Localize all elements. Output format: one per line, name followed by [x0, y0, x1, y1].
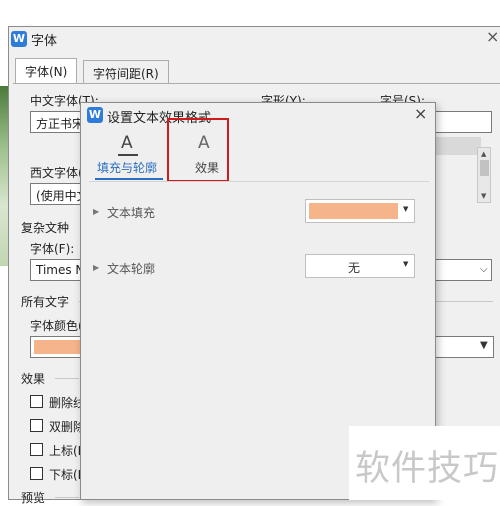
section-divider [55, 378, 79, 379]
complex-font-label: 字体(F): [30, 242, 75, 256]
tab-label: 填充与轮廓 [97, 161, 158, 175]
text-outline-A-icon: A [121, 133, 133, 153]
scroll-up-icon[interactable]: ▲ [481, 150, 486, 158]
text-outline-label: 文本轮廓 [107, 262, 156, 276]
text-outline-value: 无 [347, 261, 360, 275]
close-icon[interactable]: × [486, 27, 499, 46]
selected-tab-indicator [95, 178, 163, 180]
dropdown-arrow-icon: ▼ [403, 260, 409, 268]
close-icon[interactable]: × [414, 104, 427, 123]
caret-right-icon: ▶ [93, 207, 100, 216]
dialog-title: 字体 [31, 34, 58, 49]
scroll-thumb[interactable] [480, 160, 489, 176]
chevron-down-icon: ⌵ [480, 264, 488, 275]
western-font-label: 西文字体( [30, 166, 83, 180]
watermark-box: 软件技巧 [349, 426, 500, 500]
text-outline-dropdown[interactable]: 无 ▼ [305, 254, 415, 278]
wps-logo-icon: W [87, 107, 103, 123]
tab-character-spacing[interactable]: 字符间距(R) [83, 60, 169, 84]
background [0, 0, 500, 26]
watermark-text: 软件技巧 [355, 449, 500, 489]
all-text-section: 所有文字 [21, 295, 70, 309]
dropdown-arrow-icon: ▼ [403, 205, 409, 213]
text-outline-row[interactable]: ▶ 文本轮廓 [93, 259, 193, 277]
divider [89, 181, 429, 182]
text-fill-color-picker[interactable]: ▼ [305, 199, 415, 223]
text-fill-label: 文本填充 [107, 206, 156, 220]
tab-fill-and-outline[interactable]: A 填充与轮廓 [93, 133, 163, 180]
preview-section: 预览 [21, 491, 46, 505]
scroll-down-icon[interactable]: ▼ [481, 192, 486, 200]
double-strikethrough-checkbox[interactable] [30, 419, 43, 432]
size-list-scrollbar[interactable]: ▲ ▼ [477, 147, 491, 203]
highlight-box [167, 118, 229, 182]
tab-font[interactable]: 字体(N) [15, 58, 78, 84]
wps-logo-icon: W [11, 31, 27, 47]
font-size-list-selection[interactable] [435, 137, 481, 155]
underline-bar [118, 154, 138, 156]
strikethrough-checkbox[interactable] [30, 395, 43, 408]
section-divider [55, 497, 79, 498]
font-color-label: 字体颜色( [30, 319, 83, 333]
superscript-checkbox[interactable] [30, 443, 43, 456]
subscript-checkbox[interactable] [30, 467, 43, 480]
effects-section: 效果 [21, 372, 46, 386]
text-fill-row[interactable]: ▶ 文本填充 [93, 203, 193, 221]
complex-script-section: 复杂文种 [21, 221, 70, 235]
dropdown-arrow-icon: ▼ [480, 340, 488, 351]
caret-right-icon: ▶ [93, 263, 100, 272]
fill-color-swatch [309, 203, 398, 219]
